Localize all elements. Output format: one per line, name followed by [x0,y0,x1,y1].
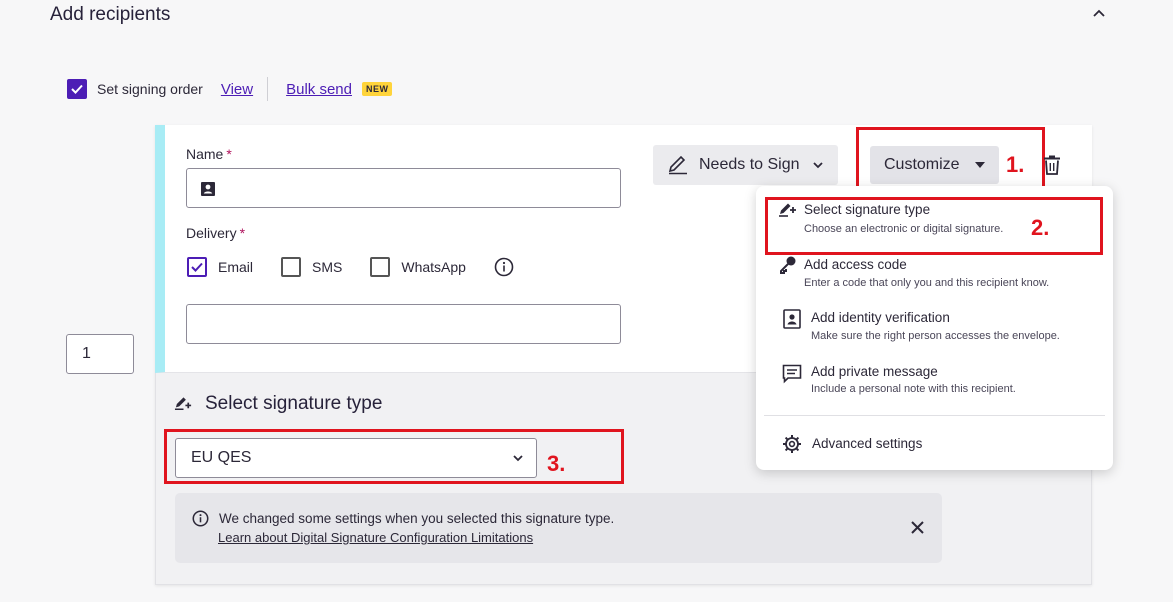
sms-checkbox[interactable] [281,257,302,277]
view-link[interactable]: View [221,81,253,98]
email-checkbox[interactable] [187,257,207,277]
menu-item-add-private-message[interactable]: Add private message Include a personal n… [756,360,1113,404]
menu-item-desc: Make sure the right person accesses the … [811,330,1060,342]
menu-item-title: Advanced settings [812,436,923,451]
notice-learn-more-link[interactable]: Learn about Digital Signature Configurat… [218,530,533,545]
contacts-icon[interactable] [200,181,216,197]
annotation-box-2 [765,197,1103,255]
checkmark-icon [191,262,203,272]
annotation-step-1: 1. [1006,152,1025,177]
close-icon[interactable] [911,521,924,534]
delivery-option-sms[interactable]: SMS [281,257,342,277]
required-marker: * [226,146,232,162]
name-label: Name * [186,146,232,162]
annotation-step-3: 3. [547,451,566,476]
menu-divider [764,415,1105,416]
delivery-label-text: Delivery [186,225,237,241]
delivery-options: Email SMS WhatsApp [187,257,514,277]
name-label-text: Name [186,146,224,162]
whatsapp-checkbox[interactable] [370,257,391,277]
delivery-option-whatsapp[interactable]: WhatsApp [370,257,466,277]
name-input[interactable] [186,168,621,208]
delivery-label: Delivery * [186,225,245,241]
info-icon [192,510,209,527]
info-icon[interactable] [494,257,514,277]
recipient-action-dropdown[interactable]: Needs to Sign [653,145,838,185]
gear-icon [783,435,801,453]
signature-pen-icon [174,396,192,410]
id-badge-icon [783,309,801,329]
required-marker: * [239,225,246,241]
menu-item-desc: Enter a code that only you and this reci… [804,277,1050,289]
chevron-down-icon [812,162,823,169]
set-signing-order-label: Set signing order [97,81,203,97]
email-input[interactable] [186,304,621,344]
divider [267,77,269,101]
menu-item-title: Add identity verification [811,310,950,325]
menu-item-desc: Include a personal note with this recipi… [811,383,1016,395]
annotation-step-2: 2. [1031,215,1050,240]
notice-text: We changed some settings when you select… [219,511,615,526]
pen-icon [668,155,687,175]
trash-icon[interactable] [1043,155,1061,175]
section-title: Add recipients [50,4,171,25]
set-signing-order-checkbox[interactable] [67,79,87,99]
menu-item-title: Add access code [804,257,907,272]
menu-item-add-identity-verification[interactable]: Add identity verification Make sure the … [756,306,1113,350]
sms-label: SMS [312,259,343,275]
delivery-option-email[interactable]: Email [187,257,253,277]
menu-item-title: Add private message [811,364,938,379]
bulk-send-link[interactable]: Bulk send [286,81,352,98]
signature-type-title: Select signature type [205,393,383,414]
checkmark-icon [71,84,83,94]
new-badge: NEW [361,82,393,96]
menu-item-advanced-settings[interactable]: Advanced settings [756,431,1113,459]
menu-item-add-access-code[interactable]: Add access code Enter a code that only y… [756,253,1113,297]
recipient-action-label: Needs to Sign [699,156,800,173]
email-label: Email [218,259,254,275]
settings-changed-notice [175,493,942,563]
signature-type-header: Select signature type [174,393,382,415]
routing-order-input[interactable]: 1 [66,334,134,374]
whatsapp-label: WhatsApp [401,259,466,275]
message-icon [782,364,802,384]
chevron-up-icon[interactable] [1091,6,1107,20]
signing-order-row: Set signing order View Bulk send NEW [67,77,393,101]
key-icon [780,256,796,274]
